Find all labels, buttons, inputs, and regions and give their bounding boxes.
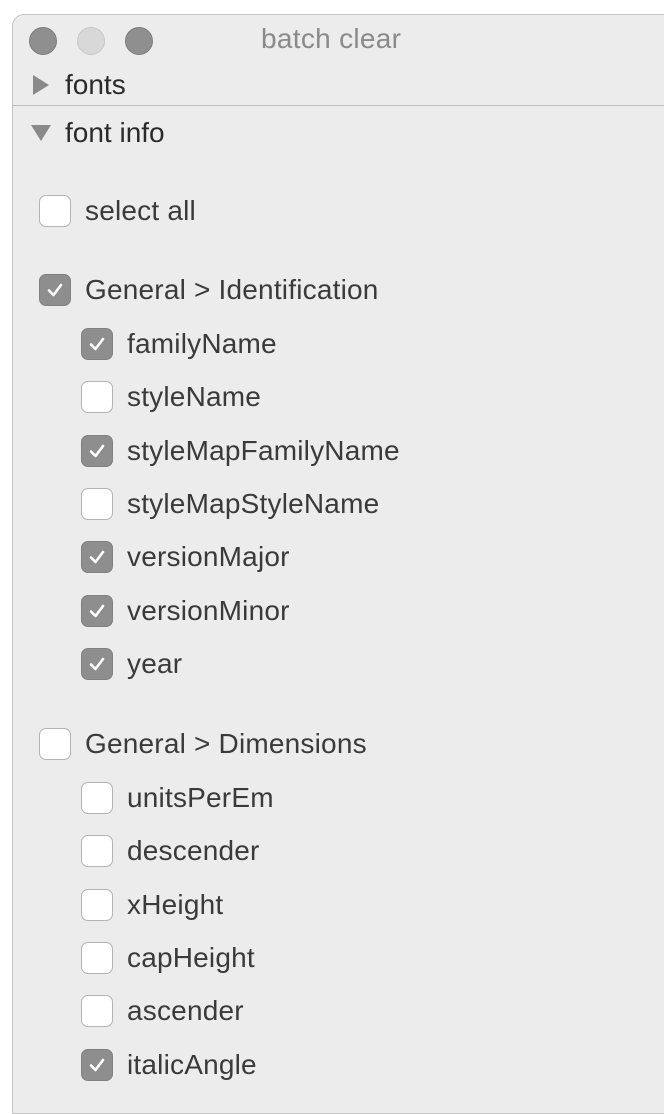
option-year-checkbox[interactable]	[81, 648, 113, 680]
option-capheight-row[interactable]: capHeight	[81, 938, 255, 978]
option-xheight-checkbox[interactable]	[81, 889, 113, 921]
option-versionminor-row[interactable]: versionMinor	[81, 591, 290, 631]
title-bar[interactable]: batch clear	[13, 15, 664, 65]
option-unitsperem-label: unitsPerEm	[127, 782, 274, 813]
option-stylemapfamilyname-label: styleMapFamilyName	[127, 435, 400, 466]
option-ascender-label: ascender	[127, 995, 244, 1026]
option-xheight-label: xHeight	[127, 889, 224, 920]
option-versionmajor-label: versionMajor	[127, 541, 290, 572]
option-familyname-label: familyName	[127, 328, 277, 359]
option-capheight-label: capHeight	[127, 942, 255, 973]
option-italicangle-checkbox[interactable]	[81, 1049, 113, 1081]
section-header-fonts[interactable]: fonts	[13, 63, 664, 107]
checkmark-icon	[89, 657, 105, 671]
section-label-font-info: font info	[65, 117, 165, 148]
option-descender-label: descender	[127, 835, 260, 866]
option-stylemapfamilyname-checkbox[interactable]	[81, 435, 113, 467]
option-unitsperem-checkbox[interactable]	[81, 782, 113, 814]
group-general-dimensions-checkbox[interactable]	[39, 728, 71, 760]
group-general-dimensions-label: General > Dimensions	[85, 728, 367, 759]
zoom-window-button[interactable]	[125, 27, 153, 55]
select-all-row[interactable]: select all	[39, 191, 196, 231]
option-stylemapstylename-row[interactable]: styleMapStyleName	[81, 484, 379, 524]
option-stylename-row[interactable]: styleName	[81, 377, 261, 417]
group-general-dimensions-row[interactable]: General > Dimensions	[39, 724, 367, 764]
section-header-font-info[interactable]: font info	[13, 111, 664, 155]
checkmark-icon	[89, 337, 105, 351]
option-year-row[interactable]: year	[81, 644, 182, 684]
option-stylemapstylename-label: styleMapStyleName	[127, 488, 380, 519]
option-stylename-checkbox[interactable]	[81, 381, 113, 413]
group-general-identification-label: General > Identification	[85, 274, 379, 305]
minimize-window-button[interactable]	[77, 27, 105, 55]
option-stylemapfamilyname-row[interactable]: styleMapFamilyName	[81, 431, 400, 471]
triangle-right-icon[interactable]	[29, 73, 53, 97]
checkmark-icon	[89, 604, 105, 618]
option-italicangle-label: italicAngle	[127, 1049, 257, 1080]
option-unitsperem-row[interactable]: unitsPerEm	[81, 778, 274, 818]
option-descender-row[interactable]: descender	[81, 831, 260, 871]
section-label-fonts: fonts	[65, 69, 126, 100]
batch-clear-window: batch clear fonts font info select all Ge…	[12, 14, 664, 1114]
option-versionmajor-row[interactable]: versionMajor	[81, 537, 290, 577]
option-xheight-row[interactable]: xHeight	[81, 885, 223, 925]
select-all-label: select all	[85, 195, 196, 226]
option-stylename-label: styleName	[127, 381, 262, 412]
checkmark-icon	[89, 444, 105, 458]
group-general-identification-row[interactable]: General > Identification	[39, 270, 379, 310]
select-all-checkbox[interactable]	[39, 195, 71, 227]
option-capheight-checkbox[interactable]	[81, 942, 113, 974]
section-divider	[13, 105, 664, 106]
checkmark-icon	[47, 283, 63, 297]
option-versionminor-label: versionMinor	[127, 595, 290, 626]
group-general-identification-checkbox[interactable]	[39, 274, 71, 306]
checkmark-icon	[89, 550, 105, 564]
option-ascender-checkbox[interactable]	[81, 995, 113, 1027]
option-familyname-row[interactable]: familyName	[81, 324, 277, 364]
option-italicangle-row[interactable]: italicAngle	[81, 1045, 257, 1085]
option-stylemapstylename-checkbox[interactable]	[81, 488, 113, 520]
option-descender-checkbox[interactable]	[81, 835, 113, 867]
close-window-button[interactable]	[29, 27, 57, 55]
checkmark-icon	[89, 1058, 105, 1072]
window-title: batch clear	[261, 23, 402, 54]
option-ascender-row[interactable]: ascender	[81, 991, 244, 1031]
option-versionminor-checkbox[interactable]	[81, 595, 113, 627]
option-familyname-checkbox[interactable]	[81, 328, 113, 360]
triangle-down-icon[interactable]	[29, 121, 53, 145]
option-versionmajor-checkbox[interactable]	[81, 541, 113, 573]
option-year-label: year	[127, 648, 183, 679]
